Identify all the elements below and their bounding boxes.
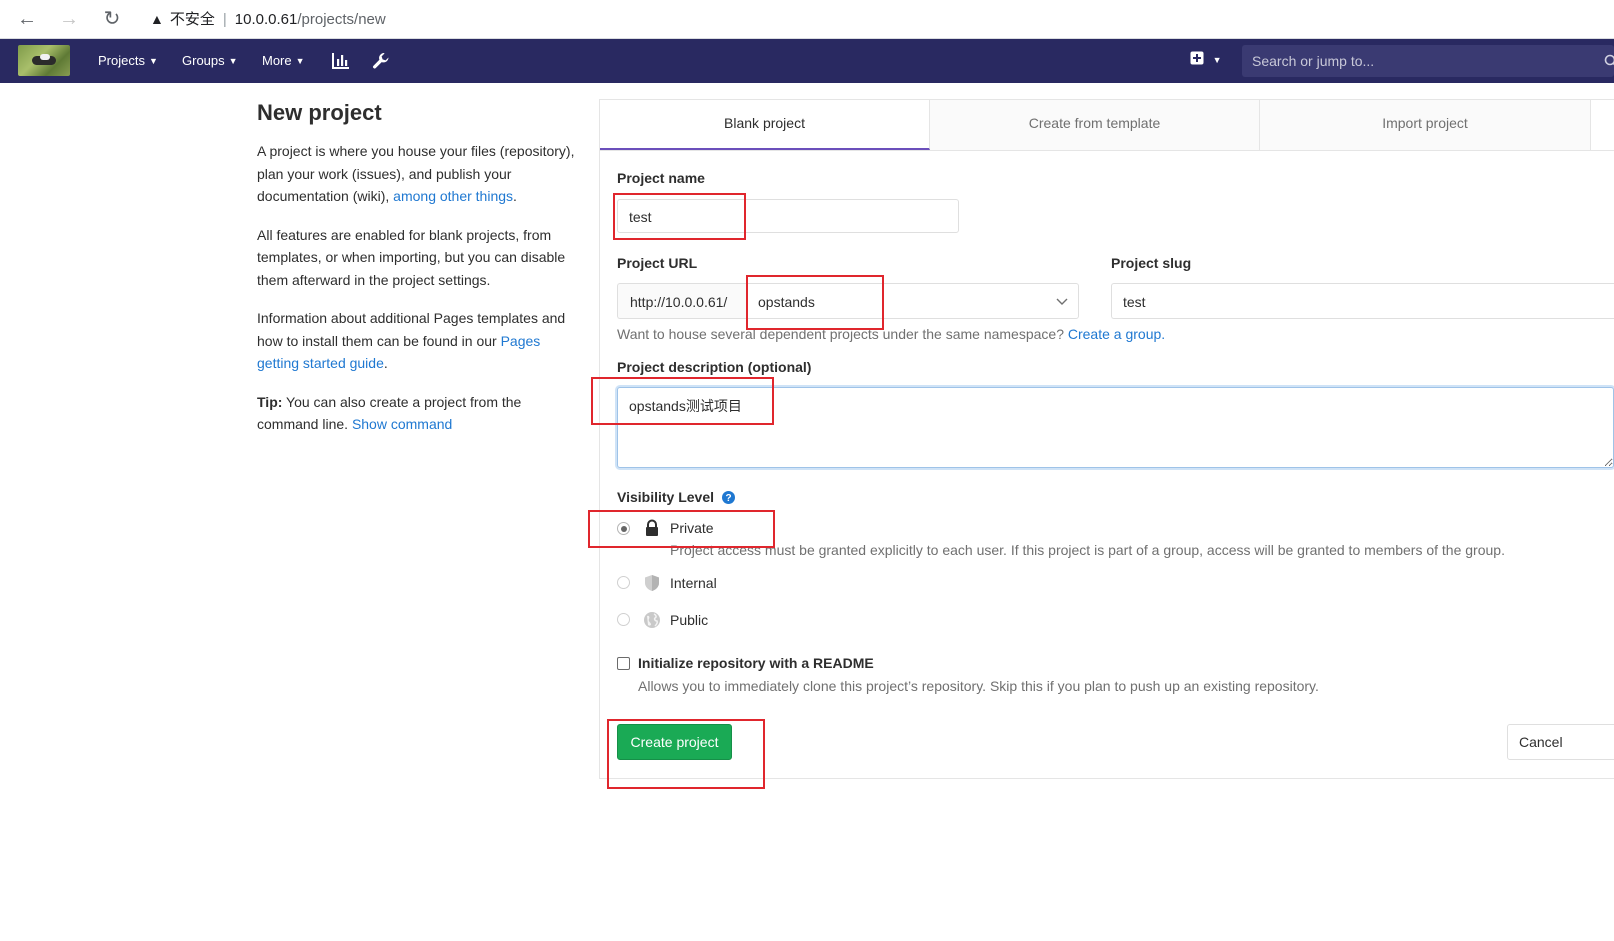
address-divider: |	[222, 11, 227, 28]
more-menu-label: More	[262, 53, 292, 68]
url-host: 10.0.0.61	[234, 11, 298, 28]
chevron-down-icon: ▼	[148, 56, 158, 66]
warning-icon: ▲	[150, 11, 164, 27]
logo[interactable]	[18, 45, 70, 76]
security-label: 不安全	[169, 11, 215, 28]
forward-icon[interactable]: →	[56, 6, 82, 32]
project-name-input[interactable]: test	[617, 199, 959, 233]
project-url-label: Project URL	[617, 255, 698, 271]
shield-icon	[645, 575, 659, 591]
visibility-internal-label[interactable]: Internal	[670, 575, 717, 591]
logo-cat-head	[40, 54, 50, 60]
globe-icon	[644, 612, 660, 628]
visibility-label: Visibility Level ?	[617, 489, 735, 505]
visibility-public-label[interactable]: Public	[670, 612, 708, 628]
chevron-down-icon: ▼	[228, 56, 238, 66]
search-box[interactable]	[1242, 45, 1614, 77]
projects-menu[interactable]: Projects ▼	[98, 39, 158, 83]
svg-text:?: ?	[725, 493, 731, 504]
groups-menu-label: Groups	[182, 53, 225, 68]
project-tabs: Blank project Create from template Impor…	[600, 100, 1614, 151]
projects-menu-label: Projects	[98, 53, 145, 68]
intro-paragraph: A project is where you house your files …	[257, 140, 577, 208]
plus-square-icon	[1190, 51, 1204, 65]
intro-end: .	[513, 188, 517, 204]
features-paragraph: All features are enabled for blank proje…	[257, 226, 566, 288]
chevron-down-icon: ▼	[1212, 55, 1222, 65]
project-slug-input[interactable]: test	[1111, 283, 1614, 319]
back-icon[interactable]: ←	[14, 6, 40, 32]
among-other-things-link[interactable]: among other things	[393, 188, 513, 204]
tab-create-from-template[interactable]: Create from template	[930, 100, 1260, 150]
new-dropdown[interactable]: ▼	[1190, 51, 1222, 71]
visibility-private-radio[interactable]	[617, 522, 630, 535]
tab-blank-project[interactable]: Blank project	[600, 100, 930, 150]
search-icon	[1604, 54, 1614, 66]
more-menu[interactable]: More ▼	[262, 39, 305, 83]
visibility-label-text: Visibility Level	[617, 489, 715, 505]
browser-toolbar: ← → ↻ ▲ 不安全 | 10.0.0.61/projects/new	[0, 0, 1614, 39]
visibility-internal-radio[interactable]	[617, 576, 630, 589]
cancel-button[interactable]: Cancel	[1507, 724, 1614, 760]
chart-icon[interactable]	[331, 51, 351, 71]
search-input[interactable]	[1242, 45, 1562, 77]
pages-end: .	[383, 355, 388, 371]
lock-icon	[646, 519, 658, 536]
visibility-private-label[interactable]: Private	[670, 520, 714, 536]
chevron-down-icon	[1056, 298, 1068, 305]
namespace-select[interactable]: opstands	[746, 283, 1079, 319]
chevron-down-icon: ▼	[295, 56, 305, 66]
readme-label[interactable]: Initialize repository with a README	[638, 655, 874, 671]
groups-menu[interactable]: Groups ▼	[182, 39, 238, 83]
create-group-link[interactable]: Create a group.	[1068, 326, 1165, 342]
url-prefix: http://10.0.0.61/	[617, 283, 747, 319]
tip-paragraph: Tip: You can also create a project from …	[257, 391, 577, 436]
address-bar[interactable]: ▲ 不安全 | 10.0.0.61/projects/new	[150, 8, 386, 30]
create-project-button[interactable]: Create project	[617, 724, 732, 760]
pages-paragraph: Information about additional Pages templ…	[257, 307, 577, 375]
url-path: /projects/new	[297, 11, 386, 28]
project-name-label: Project name	[617, 170, 705, 186]
project-slug-label: Project slug	[1111, 255, 1192, 271]
namespace-value: opstands	[758, 294, 815, 310]
namespace-help: Want to house several dependent projects…	[617, 326, 1165, 342]
top-navbar: Projects ▼ Groups ▼ More ▼ ▼	[0, 39, 1614, 83]
show-command-link[interactable]: Show command	[352, 416, 452, 432]
namespace-help-text: Want to house several dependent projects…	[617, 326, 1068, 342]
readme-checkbox[interactable]	[617, 657, 630, 670]
description-label: Project description (optional)	[617, 359, 812, 375]
description-textarea[interactable]	[617, 387, 1614, 468]
visibility-private-help: Project access must be granted explicitl…	[670, 542, 1505, 558]
visibility-public-radio[interactable]	[617, 613, 630, 626]
question-icon[interactable]: ?	[721, 491, 735, 504]
wrench-icon[interactable]	[371, 51, 391, 71]
reload-icon[interactable]: ↻	[99, 6, 125, 32]
tab-import-project[interactable]: Import project	[1260, 100, 1591, 150]
readme-help: Allows you to immediately clone this pro…	[638, 678, 1319, 694]
tip-label: Tip:	[257, 393, 283, 410]
page-title: New project	[257, 100, 382, 125]
project-intro: New project A project is where you house…	[257, 100, 577, 452]
